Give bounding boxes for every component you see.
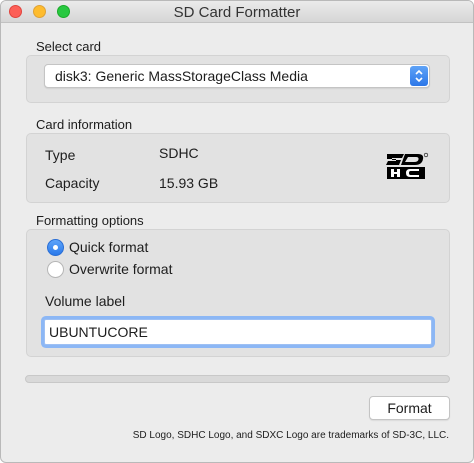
capacity-label: Capacity	[45, 175, 100, 191]
formatting-options-heading: Formatting options	[36, 213, 144, 228]
volume-label-input[interactable]	[44, 319, 432, 345]
type-value: SDHC	[159, 145, 199, 161]
type-label: Type	[45, 147, 76, 163]
trademark-notice: SD Logo, SDHC Logo, and SDXC Logo are tr…	[132, 430, 449, 441]
window-title: SD Card Formatter	[173, 4, 301, 21]
card-select-value: disk3: Generic MassStorageClass Media	[55, 68, 308, 84]
overwrite-format-radio[interactable]	[47, 261, 64, 278]
quick-format-radio[interactable]	[47, 239, 64, 256]
select-card-heading: Select card	[36, 39, 102, 54]
sdhc-logo-icon	[385, 152, 429, 185]
card-select-dropdown[interactable]: disk3: Generic MassStorageClass Media	[44, 64, 430, 88]
capacity-value: 15.93 GB	[159, 175, 219, 191]
app-window: SD Card Formatter Select card disk3: Gen…	[0, 0, 474, 463]
format-button[interactable]: Format	[369, 396, 450, 420]
title-bar[interactable]: SD Card Formatter	[1, 1, 473, 23]
chevron-up-down-icon[interactable]	[410, 66, 428, 86]
card-information-heading: Card information	[36, 117, 133, 132]
quick-format-label[interactable]: Quick format	[69, 239, 148, 255]
format-progress-bar	[25, 375, 450, 383]
volume-label-caption: Volume label	[45, 293, 126, 309]
overwrite-format-label[interactable]: Overwrite format	[69, 261, 172, 277]
